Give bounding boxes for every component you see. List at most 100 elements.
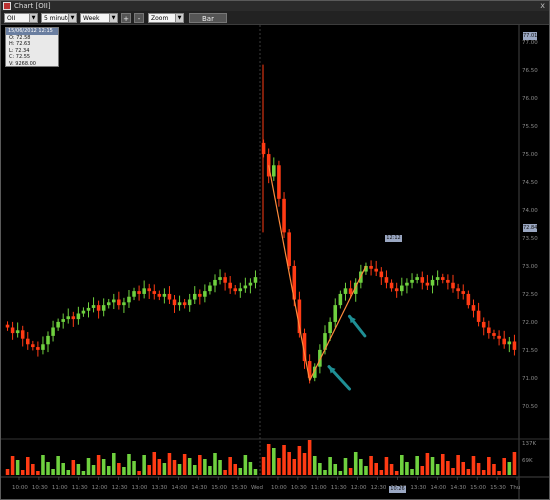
tue-volume-bar	[132, 461, 136, 475]
wed-volume-bar	[318, 463, 322, 475]
chevron-down-icon[interactable]: ▼	[109, 14, 117, 22]
tue-candle	[66, 316, 71, 320]
tue-volume-bar	[152, 452, 157, 475]
tue-candle	[238, 288, 243, 292]
wed-volume-bar	[292, 459, 297, 475]
tue-volume-bar	[187, 458, 192, 475]
tue-volume-bar	[86, 458, 91, 475]
symbol-select[interactable]: OII ▼	[4, 13, 38, 23]
tue-candle	[203, 291, 207, 297]
range-value: Week	[83, 15, 100, 22]
chevron-down-icon[interactable]: ▼	[68, 14, 76, 22]
wed-candle	[446, 279, 450, 283]
time-axis-label: 10:00	[271, 485, 287, 491]
tue-volume-bar	[46, 462, 50, 475]
time-tag-right: 12:12	[385, 235, 402, 242]
tue-volume-bar	[137, 471, 141, 475]
range-select[interactable]: Week ▼	[80, 13, 118, 23]
wed-candle	[333, 305, 338, 322]
zoom-value: Zoom	[151, 15, 169, 22]
wed-volume-bar	[415, 456, 419, 475]
wed-volume-bar	[512, 452, 517, 475]
interval-select[interactable]: 5 minutes ▼	[41, 13, 77, 23]
time-axis-label: 11:00	[52, 485, 68, 491]
wed-volume-bar	[282, 445, 286, 475]
tue-volume-bar	[142, 455, 146, 475]
tue-volume-bar	[213, 453, 217, 475]
wed-candle	[338, 293, 343, 306]
price-axis-label: 74.00	[522, 208, 538, 214]
tue-candle	[248, 282, 253, 286]
tue-volume-bar	[51, 469, 55, 475]
tue-candle	[41, 344, 45, 350]
tue-candle	[162, 293, 167, 297]
price-axis-label: 71.50	[522, 348, 538, 354]
wed-candle	[415, 277, 419, 280]
wed-candle	[512, 341, 517, 350]
time-axis-label: 14:30	[191, 485, 207, 491]
wed-volume-bar	[400, 455, 404, 475]
wed-candle	[466, 293, 471, 306]
wed-candle	[476, 310, 481, 322]
wed-volume-bar	[277, 458, 281, 475]
wed-candle	[425, 282, 430, 286]
wed-candle	[430, 279, 435, 286]
wed-volume-bar	[497, 471, 501, 475]
tue-candle	[20, 330, 25, 339]
time-axis-label: Wed	[251, 485, 263, 491]
price-axis-label: 73.00	[522, 264, 538, 270]
wed-volume-bar	[476, 463, 481, 475]
wed-candle	[369, 265, 373, 269]
wed-volume-bar	[266, 444, 271, 475]
tue-candle	[192, 293, 197, 300]
wed-candle	[261, 142, 266, 155]
tue-candle	[137, 291, 141, 294]
tue-candle	[177, 302, 182, 306]
time-axis-label: 10:00	[12, 485, 28, 491]
zoom-out-button[interactable]: -	[134, 13, 144, 23]
tue-candle	[243, 285, 248, 289]
tue-candle	[112, 299, 116, 303]
price-axis-label: 75.00	[522, 152, 538, 158]
tue-volume-bar	[106, 466, 111, 475]
tue-volume-bar	[112, 453, 116, 475]
wed-candle	[492, 333, 496, 336]
price-axis-label: 74.50	[522, 180, 538, 186]
zoom-in-button[interactable]: +	[121, 13, 131, 23]
wed-candle	[456, 288, 460, 292]
wed-volume-bar	[420, 466, 425, 475]
wed-candle	[379, 271, 384, 278]
zoom-select[interactable]: Zoom ▼	[148, 13, 184, 23]
wed-candle	[481, 321, 486, 328]
wed-volume-bar	[440, 454, 445, 475]
tue-candle	[147, 288, 151, 292]
wed-candle	[497, 335, 501, 339]
wed-volume-bar	[456, 455, 460, 475]
wed-volume-bar	[405, 462, 409, 475]
wed-volume-bar	[487, 457, 491, 475]
tue-candle	[172, 299, 177, 306]
tue-volume-bar	[31, 464, 35, 475]
wed-volume-bar	[348, 468, 353, 475]
tue-volume-bar	[122, 467, 126, 475]
tue-candle	[132, 291, 136, 297]
tue-volume-bar	[177, 464, 182, 475]
close-icon[interactable]: x	[540, 1, 545, 11]
ohlc-info-box: 15/06/2012 12:15 O: 72.58 H: 72.63 L: 72…	[5, 27, 59, 67]
tue-volume-bar	[15, 460, 20, 475]
tue-volume-bar	[198, 455, 202, 475]
tue-candle	[187, 299, 192, 306]
time-axis-label: 11:30	[72, 485, 88, 491]
time-axis-label: 10:30	[32, 485, 48, 491]
tue-candle	[198, 293, 202, 297]
chevron-down-icon[interactable]: ▼	[175, 14, 183, 22]
tue-candle	[122, 302, 126, 306]
price-chart[interactable]: 77.00 76.50 76.00 75.50 75.00 74.50 74.00 73.50…	[1, 25, 549, 499]
tue-candle	[71, 316, 76, 320]
tue-candle	[61, 319, 65, 322]
chevron-down-icon[interactable]: ▼	[29, 14, 37, 22]
wed-volume-bar	[374, 463, 378, 475]
bar-style-button[interactable]: Bar	[189, 13, 227, 23]
time-axis-label: 14:00	[171, 485, 187, 491]
tue-volume-bar	[81, 471, 86, 475]
